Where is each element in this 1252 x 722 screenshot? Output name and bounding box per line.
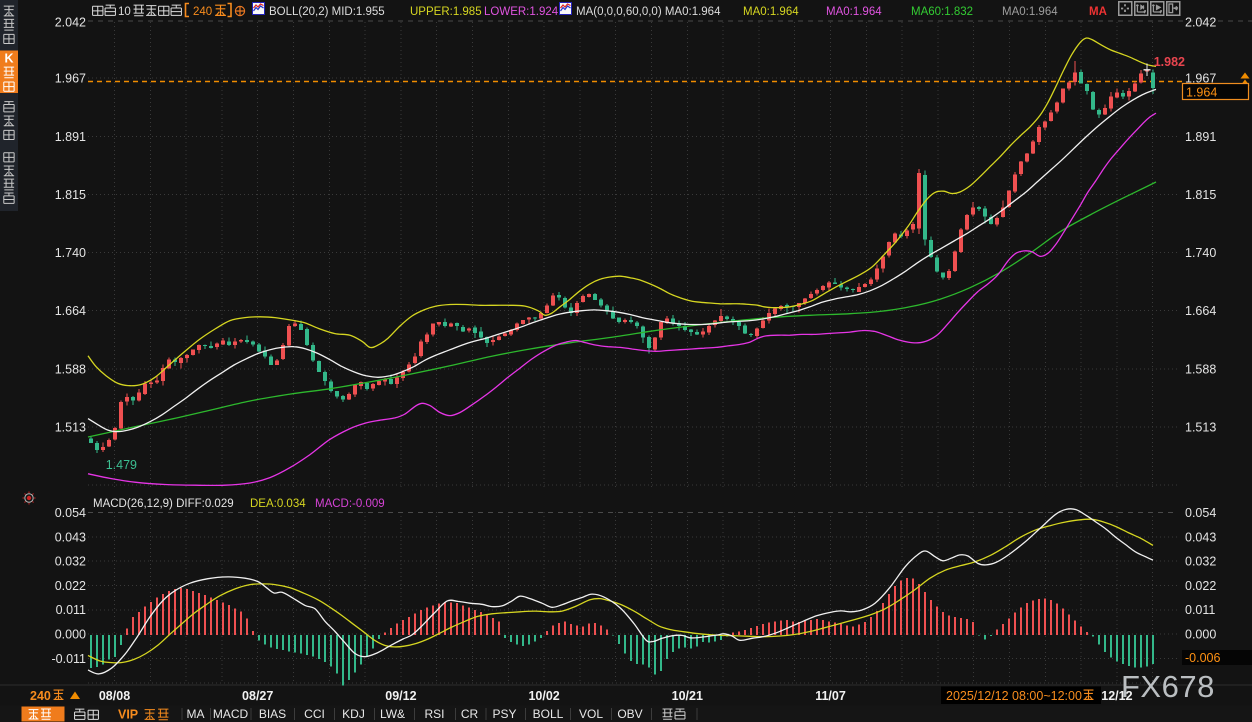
- svg-text:BOLL(20,2) MID:1.955: BOLL(20,2) MID:1.955: [269, 6, 385, 18]
- svg-text:10/21: 10/21: [672, 689, 703, 703]
- svg-text:1.513: 1.513: [55, 421, 86, 435]
- svg-text:LOWER:1.924: LOWER:1.924: [484, 6, 559, 18]
- svg-text:2.042: 2.042: [55, 16, 86, 30]
- svg-text:BIAS: BIAS: [259, 707, 286, 721]
- svg-text:VOL: VOL: [579, 707, 603, 721]
- svg-text:MACD:-0.009: MACD:-0.009: [315, 498, 385, 510]
- svg-text:MA0:1.964: MA0:1.964: [1002, 6, 1058, 18]
- svg-text:1.664: 1.664: [1185, 304, 1216, 318]
- svg-text:0.032: 0.032: [55, 555, 86, 569]
- svg-text:VIP: VIP: [118, 708, 138, 722]
- svg-text:0.000: 0.000: [55, 628, 86, 642]
- svg-text:240: 240: [193, 6, 212, 18]
- svg-text:MA: MA: [1089, 6, 1107, 18]
- svg-text:09/12: 09/12: [385, 689, 416, 703]
- svg-text:11/07: 11/07: [815, 689, 846, 703]
- svg-text:UPPER:1.985: UPPER:1.985: [410, 6, 482, 18]
- svg-text:1.740: 1.740: [55, 246, 86, 260]
- svg-text:K: K: [4, 52, 13, 66]
- svg-text:BOLL: BOLL: [533, 707, 564, 721]
- svg-text:LW&: LW&: [380, 707, 405, 721]
- svg-text:10: 10: [118, 6, 131, 18]
- svg-text:1.964: 1.964: [1186, 86, 1217, 100]
- svg-text:MACD: MACD: [213, 707, 249, 721]
- svg-text:2.042: 2.042: [1185, 16, 1216, 30]
- svg-text:-0.006: -0.006: [1185, 651, 1220, 665]
- svg-text:RSI: RSI: [424, 707, 444, 721]
- svg-text:0.022: 0.022: [55, 579, 86, 593]
- svg-text:MA60:1.832: MA60:1.832: [911, 6, 973, 18]
- svg-text:0.043: 0.043: [55, 530, 86, 544]
- svg-text:FX678: FX678: [1121, 669, 1215, 704]
- svg-text:MACD(26,12,9) DIFF:0.029: MACD(26,12,9) DIFF:0.029: [93, 498, 234, 510]
- svg-text:0.011: 0.011: [1185, 603, 1215, 617]
- svg-text:KDJ: KDJ: [342, 707, 365, 721]
- svg-text:MA(0,0,0,60,0,0) MA0:1.964: MA(0,0,0,60,0,0) MA0:1.964: [576, 6, 721, 18]
- svg-text:0.054: 0.054: [55, 506, 86, 520]
- svg-text:08/27: 08/27: [242, 689, 273, 703]
- svg-text:08/08: 08/08: [99, 689, 130, 703]
- svg-text:0.000: 0.000: [1185, 628, 1216, 642]
- svg-text:1.664: 1.664: [55, 304, 86, 318]
- svg-text:0.011: 0.011: [56, 603, 86, 617]
- svg-text:CCI: CCI: [304, 707, 325, 721]
- svg-text:-0.011: -0.011: [51, 652, 86, 666]
- svg-text:10/02: 10/02: [528, 689, 559, 703]
- svg-text:1.588: 1.588: [55, 362, 86, 376]
- svg-text:1.982: 1.982: [1154, 55, 1185, 69]
- svg-text:240: 240: [30, 689, 51, 703]
- svg-text:1.891: 1.891: [55, 130, 86, 144]
- svg-text:1.588: 1.588: [1185, 362, 1216, 376]
- svg-text:0.022: 0.022: [1185, 579, 1216, 593]
- svg-text:0.054: 0.054: [1185, 506, 1216, 520]
- svg-text:CR: CR: [461, 707, 479, 721]
- svg-text:1.891: 1.891: [1185, 130, 1216, 144]
- svg-text:0.032: 0.032: [1185, 555, 1216, 569]
- svg-text:PSY: PSY: [492, 707, 516, 721]
- svg-text:1.740: 1.740: [1185, 246, 1216, 260]
- svg-text:MA0:1.964: MA0:1.964: [743, 6, 799, 18]
- svg-text:1.967: 1.967: [55, 72, 86, 86]
- svg-text:1.815: 1.815: [1185, 188, 1216, 202]
- svg-text:MA: MA: [187, 707, 205, 721]
- svg-text:DEA:0.034: DEA:0.034: [250, 498, 306, 510]
- svg-text:1.513: 1.513: [1185, 421, 1216, 435]
- svg-text:MA0:1.964: MA0:1.964: [826, 6, 882, 18]
- svg-text:0.043: 0.043: [1185, 530, 1216, 544]
- svg-text:2025/12/12 08:00~12:00: 2025/12/12 08:00~12:00: [946, 689, 1082, 703]
- svg-text:1.479: 1.479: [106, 458, 137, 472]
- svg-text:1.815: 1.815: [55, 188, 86, 202]
- svg-text:OBV: OBV: [617, 707, 642, 721]
